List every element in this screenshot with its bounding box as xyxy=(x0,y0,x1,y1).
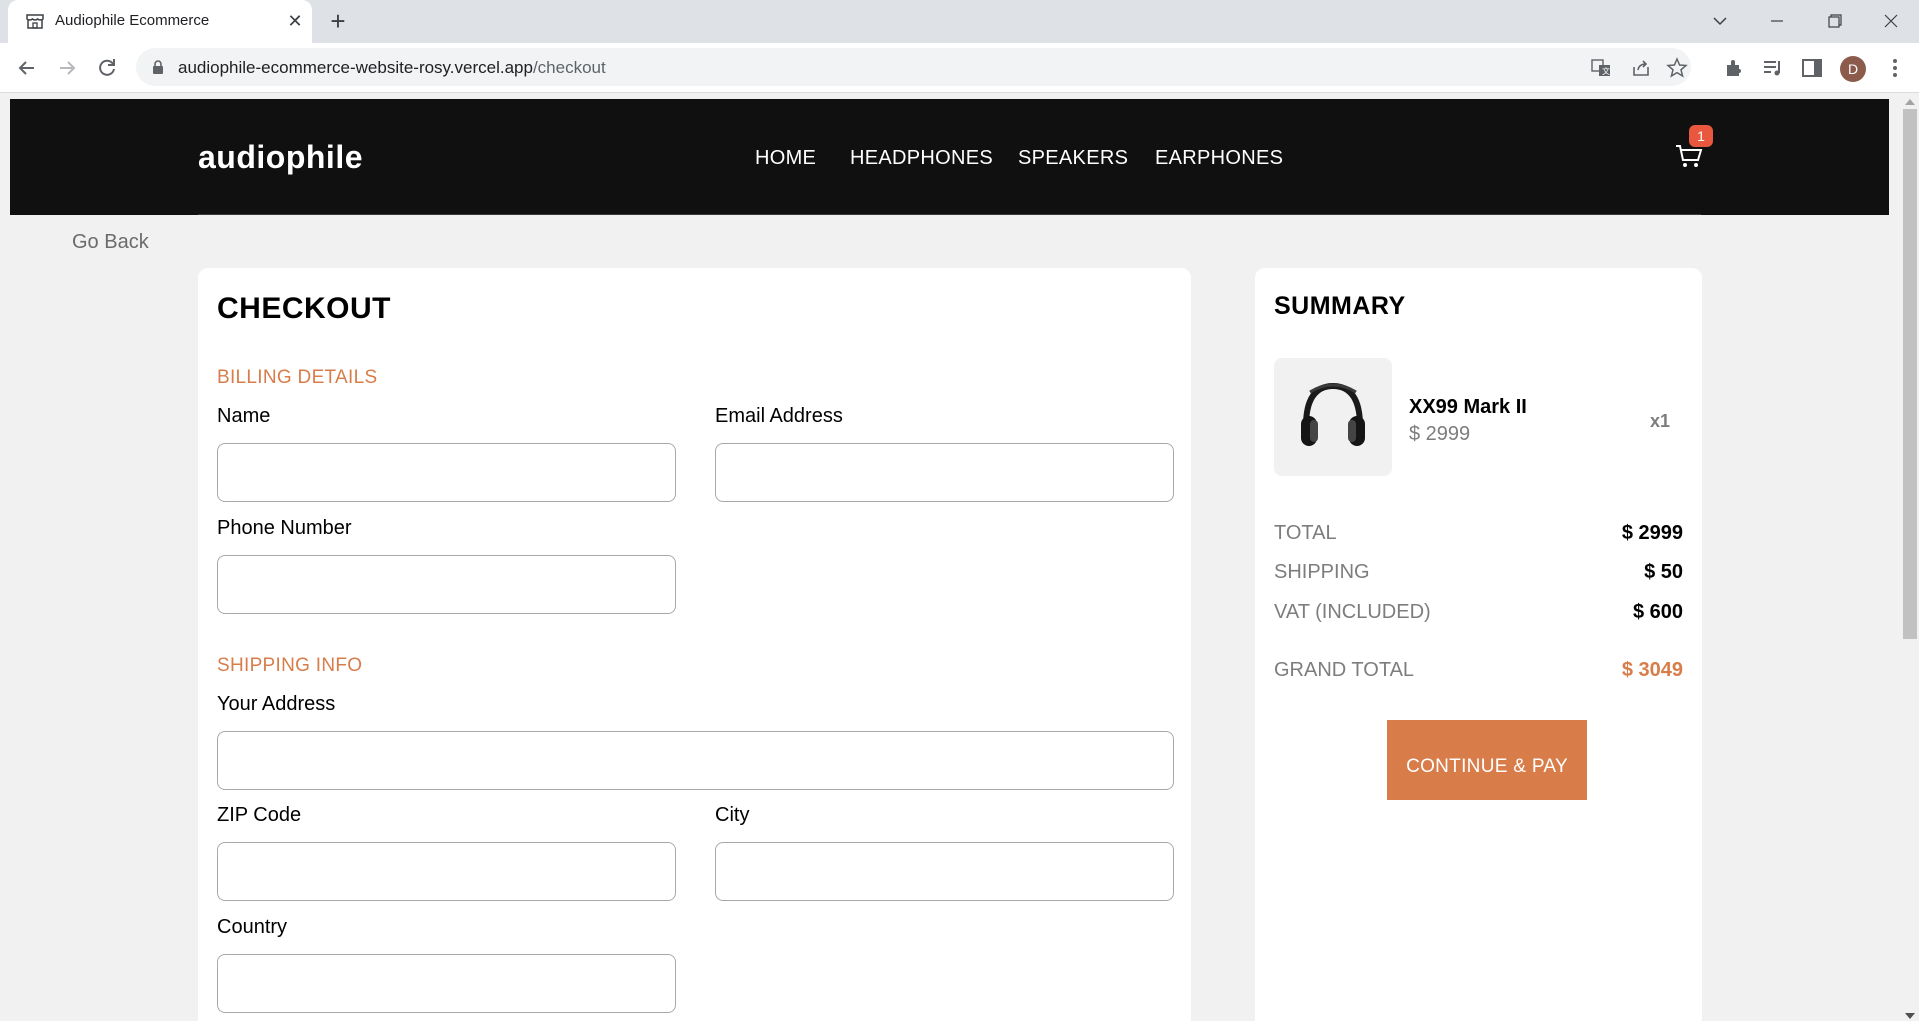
checkout-title: CHECKOUT xyxy=(217,292,391,325)
url-path: /checkout xyxy=(532,58,606,77)
star-icon[interactable] xyxy=(1666,57,1688,79)
phone-input[interactable] xyxy=(217,555,676,614)
browser-tab[interactable]: Audiophile Ecommerce ✕ xyxy=(8,0,312,43)
zip-label: ZIP Code xyxy=(217,804,302,826)
extensions-icon[interactable] xyxy=(1722,56,1746,80)
shipping-label: SHIPPING xyxy=(1274,561,1370,583)
vat-label: VAT (INCLUDED) xyxy=(1274,601,1431,623)
site-logo[interactable]: audiophile xyxy=(198,139,363,176)
page-scrollbar[interactable] xyxy=(1899,99,1919,1021)
cart-count-badge: 1 xyxy=(1689,125,1713,147)
lock-icon[interactable] xyxy=(150,59,166,75)
product-quantity: x1 xyxy=(1650,411,1671,431)
billing-details-heading: BILLING DETAILS xyxy=(217,367,378,388)
new-tab-button[interactable]: + xyxy=(325,8,351,34)
continue-and-pay-button[interactable]: CONTINUE & PAY xyxy=(1387,720,1587,800)
name-input[interactable] xyxy=(217,443,676,502)
share-icon[interactable] xyxy=(1630,57,1652,79)
email-input[interactable] xyxy=(715,443,1174,502)
nav-headphones[interactable]: HEADPHONES xyxy=(850,147,993,170)
browser-toolbar: audiophile-ecommerce-website-rosy.vercel… xyxy=(0,43,1919,93)
city-input[interactable] xyxy=(715,842,1174,901)
media-icon[interactable] xyxy=(1761,56,1785,80)
nav-earphones[interactable]: EARPHONES xyxy=(1155,147,1283,170)
name-label: Name xyxy=(217,405,271,427)
scroll-down-arrow-icon[interactable] xyxy=(1905,1013,1915,1019)
city-label: City xyxy=(715,804,750,826)
address-bar[interactable]: audiophile-ecommerce-website-rosy.vercel… xyxy=(136,48,1691,86)
grand-total-label: GRAND TOTAL xyxy=(1274,659,1415,681)
profile-avatar[interactable]: D xyxy=(1840,56,1866,82)
url-text: audiophile-ecommerce-website-rosy.vercel… xyxy=(178,58,606,78)
vat-value: $ 600 xyxy=(1632,601,1683,623)
go-back-link[interactable]: Go Back xyxy=(72,231,149,254)
reload-icon[interactable] xyxy=(92,53,122,83)
forward-arrow-icon[interactable] xyxy=(52,53,82,83)
site-header: audiophile HOME HEADPHONES SPEAKERS EARP… xyxy=(10,99,1889,215)
close-tab-icon[interactable]: ✕ xyxy=(284,10,306,32)
summary-title: SUMMARY xyxy=(1274,292,1406,320)
product-price: $ 2999 xyxy=(1409,423,1471,445)
store-icon xyxy=(26,14,44,29)
order-summary: SUMMARY XX99 Mark II $ 2999 x1 TOTAL $ 2… xyxy=(1255,268,1702,1021)
total-label: TOTAL xyxy=(1274,522,1337,544)
menu-dots-icon[interactable] xyxy=(1883,56,1907,80)
scroll-up-arrow-icon[interactable] xyxy=(1905,99,1915,105)
address-label: Your Address xyxy=(217,693,336,715)
restore-icon[interactable] xyxy=(1814,6,1854,36)
headphones-icon xyxy=(1301,382,1365,446)
nav-speakers[interactable]: SPEAKERS xyxy=(1018,147,1128,170)
checkout-form: CHECKOUT BILLING DETAILS Name Email Addr… xyxy=(198,268,1191,1021)
total-value: $ 2999 xyxy=(1621,522,1683,544)
product-name: XX99 Mark II xyxy=(1409,396,1527,418)
close-window-icon[interactable] xyxy=(1871,6,1911,36)
address-input[interactable] xyxy=(217,731,1174,790)
header-divider xyxy=(198,214,1701,215)
side-panel-icon[interactable] xyxy=(1800,56,1824,80)
shipping-info-heading: SHIPPING INFO xyxy=(217,655,363,676)
svg-text:文: 文 xyxy=(1602,66,1610,76)
product-thumbnail xyxy=(1274,358,1392,476)
page-viewport: audiophile HOME HEADPHONES SPEAKERS EARP… xyxy=(10,99,1889,1021)
translate-icon[interactable]: 文 xyxy=(1590,57,1612,79)
zip-input[interactable] xyxy=(217,842,676,901)
shipping-value: $ 50 xyxy=(1644,561,1683,583)
phone-label: Phone Number xyxy=(217,517,352,539)
browser-tab-strip: Audiophile Ecommerce ✕ + xyxy=(0,0,1919,43)
country-input[interactable] xyxy=(217,954,676,1013)
tab-search-icon[interactable] xyxy=(1700,6,1740,36)
scrollbar-thumb[interactable] xyxy=(1903,109,1917,639)
back-arrow-icon[interactable] xyxy=(12,53,42,83)
nav-home[interactable]: HOME xyxy=(755,147,816,170)
country-label: Country xyxy=(217,916,288,938)
grand-total-value: $ 3049 xyxy=(1621,659,1683,681)
email-label: Email Address xyxy=(715,405,843,427)
url-host: audiophile-ecommerce-website-rosy.vercel… xyxy=(178,58,533,77)
tab-title: Audiophile Ecommerce xyxy=(55,12,210,29)
minimize-icon[interactable] xyxy=(1757,6,1797,36)
